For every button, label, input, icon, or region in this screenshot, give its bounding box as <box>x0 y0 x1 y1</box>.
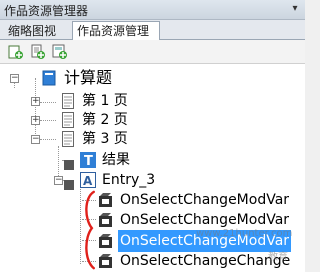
svg-text:T: T <box>84 154 93 168</box>
event-icon <box>98 253 114 272</box>
panel-title: 作品资源管理器 <box>4 4 89 18</box>
stop-icon <box>64 175 74 197</box>
tab-bar: 缩略图视图 作品资源管理器 <box>0 20 305 56</box>
resource-tree: − 计算题 + 第 1 页 + 第 2 页 − 第 3 页 T 结果 − A E… <box>0 64 305 272</box>
expand-toggle[interactable]: − <box>54 176 63 185</box>
expand-toggle[interactable]: + <box>31 116 40 125</box>
tree-item-label: OnSelectChangeModVar <box>120 192 290 208</box>
tree-item-label: 计算题 <box>64 68 113 87</box>
add-resource-icon[interactable] <box>30 44 46 60</box>
expand-toggle[interactable]: − <box>31 135 40 144</box>
watermark: www.21hunter.com <box>196 228 293 239</box>
expand-toggle[interactable]: − <box>10 74 19 83</box>
annotation-bracket <box>85 190 95 270</box>
tab-thumbnail-view[interactable]: 缩略图视图 <box>4 22 70 56</box>
tree-item-label: 结果 <box>102 152 130 168</box>
toolbar <box>0 40 305 64</box>
expand-toggle[interactable]: + <box>31 97 40 106</box>
event-icon <box>98 212 114 235</box>
tree-item-label: OnSelectChangeChange <box>120 253 291 269</box>
pin-icon[interactable]: ▾ <box>289 3 301 15</box>
add-page-icon[interactable] <box>8 44 24 60</box>
page-icon <box>62 131 74 154</box>
watermark: 教育 <box>268 252 288 263</box>
tab-resource-explorer[interactable]: 作品资源管理器 <box>72 21 160 56</box>
svg-text:A: A <box>83 174 93 188</box>
panel-titlebar: 作品资源管理器 ▾ <box>0 0 305 20</box>
document-icon <box>42 70 56 92</box>
tree-item-label: Entry_3 <box>102 172 156 188</box>
add-item-icon[interactable] <box>52 44 68 60</box>
stop-icon <box>64 155 74 177</box>
tree-item-label: 第 3 页 <box>82 131 128 147</box>
